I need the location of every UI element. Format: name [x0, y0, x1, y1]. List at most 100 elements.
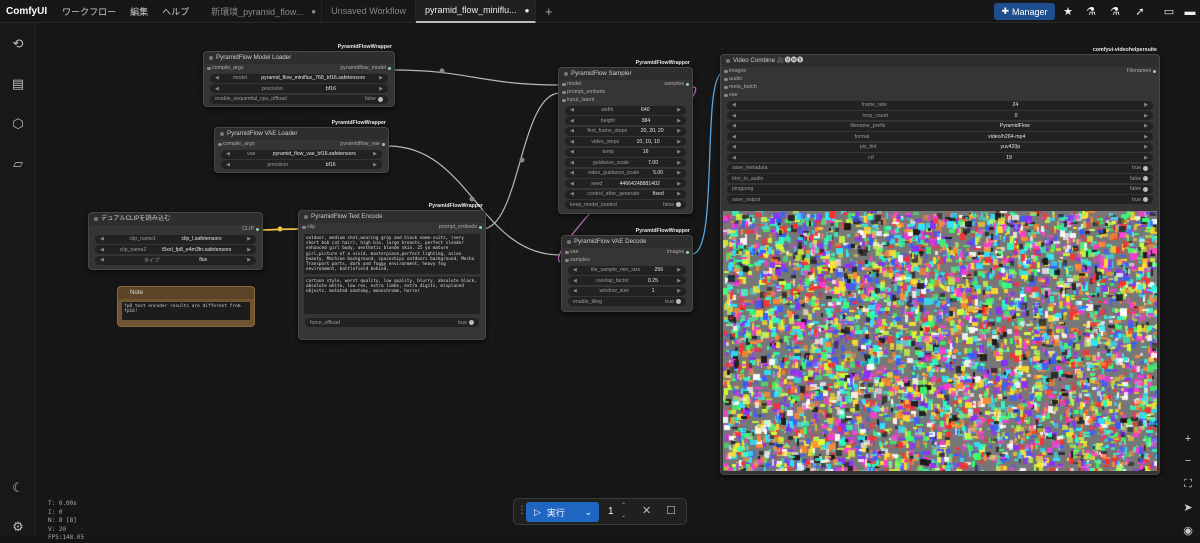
widget-save-metadata[interactable]: save_metadata true	[727, 163, 1153, 173]
select-mode-icon[interactable]: ➤	[1180, 499, 1196, 515]
manager-button[interactable]: ✚ Manager	[994, 3, 1055, 20]
tab-workflow-2[interactable]: Unsaved Workflow	[322, 0, 417, 23]
node-title[interactable]: PyramidFlow Text Encode	[299, 211, 485, 223]
redo-arrow-icon[interactable]: ➚	[1131, 3, 1149, 20]
history-icon[interactable]: ⟲	[9, 35, 27, 53]
node-title[interactable]: PyramidFlow Model Loader	[204, 52, 394, 64]
tab-workflow-3[interactable]: pyramid_flow_miniflu... ●	[416, 0, 537, 23]
node-title[interactable]: Video Combine 🎥🅥🅗🅢	[721, 55, 1159, 67]
note-textarea[interactable]: fp8 text encoder results are different f…	[122, 302, 250, 320]
output-slot[interactable]: CLIP	[242, 226, 259, 232]
node-sampler[interactable]: PyramidFlowWrapper PyramidFlow Sampler m…	[558, 60, 693, 214]
output-slot[interactable]: Filenames	[1127, 68, 1157, 74]
fit-view-icon[interactable]: ⛶	[1180, 476, 1196, 492]
widget-loop-count[interactable]: ◀ loop_count 0 ▶	[727, 111, 1153, 120]
run-button[interactable]: ▷ 実行 ⌄	[526, 502, 599, 522]
tab-workflow-1[interactable]: 新環境_pyramid_flow... ●	[202, 0, 323, 23]
node-text-encode[interactable]: PyramidFlowWrapper PyramidFlow Text Enco…	[298, 203, 486, 340]
widget-precision[interactable]: ◀ precision bf16 ▶	[221, 160, 382, 169]
queue-icon[interactable]: ⚗	[1106, 3, 1124, 20]
app-brand[interactable]: ComfyUI	[0, 6, 55, 17]
stop-square-icon[interactable]: ☐	[666, 504, 676, 517]
theme-moon-icon[interactable]: ☾	[9, 479, 27, 497]
batch-count-input[interactable]: 1	[608, 506, 614, 517]
input-slot[interactable]: images	[723, 68, 746, 74]
node-note[interactable]: Note fp8 text encoder results are differ…	[117, 286, 255, 327]
workflows-icon[interactable]: ▱	[9, 155, 27, 173]
widget-clip-name1[interactable]: ◀ clip_name1 clip_l.safetensors ▶	[95, 234, 256, 244]
widget-trim-to-audio[interactable]: trim_to_audio false	[727, 174, 1153, 183]
widget-guidance-scale[interactable]: ◀ guidance_scale 7.00 ▶	[565, 158, 686, 167]
menu-edit[interactable]: 編集	[123, 5, 155, 18]
share-icon[interactable]: ⚗	[1082, 3, 1100, 20]
close-icon[interactable]: ✕	[642, 504, 651, 517]
toggle-link-visibility-icon[interactable]: ◉	[1180, 522, 1196, 538]
node-dual-clip-loader[interactable]: デュアルCLIPを読み込む CLIP ◀ clip_name1 clip_l.saf…	[88, 212, 263, 270]
node-model-loader[interactable]: PyramidFlowWrapper PyramidFlow Model Loa…	[203, 44, 395, 107]
widget-filename-prefix[interactable]: ◀ filename_prefix PyramidFlow ▶	[727, 121, 1153, 131]
widget-control-after-generate[interactable]: ◀ control_after_generate fixed ▶	[565, 189, 686, 199]
node-title[interactable]: PyramidFlow VAE Decode	[562, 236, 692, 248]
menu-workflow[interactable]: ワークフロー	[55, 5, 123, 18]
widget-clip-name2[interactable]: ◀ clip_name2 t5xxl_fp8_e4m3fn.safetensors ▶	[95, 245, 256, 254]
menu-help[interactable]: ヘルプ	[155, 5, 196, 18]
widget-video-guidance-scale[interactable]: ◀ video_guidance_scale 5.00 ▶	[565, 168, 686, 178]
widget-width[interactable]: ◀ width 640 ▶	[565, 105, 686, 115]
widget-type[interactable]: ◀ タイプ flux ▶	[95, 255, 256, 265]
input-slot[interactable]: audio	[724, 76, 742, 82]
widget-temp[interactable]: ◀ temp 16 ▶	[565, 147, 686, 157]
settings-gear-icon[interactable]: ⚙	[9, 518, 27, 536]
widget-pingpong[interactable]: pingpong false	[727, 184, 1153, 194]
widget-video-steps[interactable]: ◀ video_steps 10, 10, 10 ▶	[565, 137, 686, 146]
widget-crf[interactable]: ◀ crf 19 ▶	[727, 153, 1153, 162]
panel-toggle-icon[interactable]: ▭	[1160, 3, 1178, 20]
input-slot[interactable]: prompt_embeds	[561, 89, 605, 95]
widget-force-offload[interactable]: force_offload true	[305, 318, 479, 327]
node-vae-decode[interactable]: PyramidFlowWrapper PyramidFlow VAE Decod…	[561, 228, 693, 312]
input-slot[interactable]: compile_args	[207, 65, 244, 71]
model-library-icon[interactable]: ⬡	[9, 115, 27, 133]
widget-pix-fmt[interactable]: ◀ pix_fmt yuv420p ▶	[727, 142, 1153, 152]
zoom-out-icon[interactable]: −	[1180, 453, 1196, 469]
widget-tile-sample-min-size[interactable]: ◀ tile_sample_min_size 256 ▶	[568, 265, 686, 275]
widget-window-size[interactable]: ◀ window_size 1 ▶	[568, 286, 686, 296]
widget-vae[interactable]: ◀ vae pyramid_flow_vae_bf16.safetensors ▶	[221, 149, 382, 159]
input-slot[interactable]: compile_args	[218, 141, 255, 147]
node-library-icon[interactable]: ▤	[9, 75, 27, 93]
widget-precision[interactable]: ◀ precision bf16 ▶	[210, 84, 388, 93]
input-slot[interactable]: vae	[565, 249, 579, 255]
widget-keep-model-loaded[interactable]: keep_model_loaded false	[565, 200, 686, 209]
output-slot[interactable]: pyramidflow_model	[340, 65, 391, 71]
bottom-panel-icon[interactable]: ▬	[1181, 3, 1199, 20]
chevron-down-icon[interactable]: ⌄	[584, 507, 592, 518]
widget-first-frame-steps[interactable]: ◀ first_frame_steps 20, 20, 20 ▶	[565, 126, 686, 136]
node-title[interactable]: PyramidFlow VAE Loader	[215, 128, 388, 140]
node-title[interactable]: デュアルCLIPを読み込む	[89, 213, 262, 225]
input-slot[interactable]: input_latent	[561, 97, 594, 103]
widget-seed[interactable]: ◀ seed 44664248881402 ▶	[565, 179, 686, 188]
star-icon[interactable]: ★	[1059, 3, 1077, 20]
widget-save-output[interactable]: save_output true	[727, 195, 1153, 204]
node-title[interactable]: Note	[118, 287, 254, 299]
video-preview[interactable]	[723, 211, 1157, 471]
negative-prompt-textarea[interactable]: cartoon style, worst quality, low qualit…	[304, 277, 480, 314]
widget-cpu-offload[interactable]: enable_sequential_cpu_offload false	[210, 94, 388, 104]
zoom-in-icon[interactable]: +	[1180, 431, 1196, 447]
positive-prompt-textarea[interactable]: outdoor, medium shot,wearing gray and bl…	[304, 234, 480, 274]
new-tab-plus-icon[interactable]: +	[536, 4, 562, 19]
input-slot[interactable]: vae	[724, 92, 738, 98]
widget-model[interactable]: ◀ model pyramid_flow_miniflux_768_bf16.saf…	[210, 73, 388, 83]
node-title[interactable]: PyramidFlow Sampler	[559, 68, 692, 80]
output-slot[interactable]: samples	[664, 81, 689, 87]
widget-overlap-factor[interactable]: ◀ overlap_factor 0.25 ▶	[568, 276, 686, 285]
output-slot[interactable]: images	[667, 249, 690, 255]
output-slot[interactable]: prompt_embeds	[439, 224, 483, 230]
widget-format[interactable]: ◀ format video/h264-mp4 ▶	[727, 132, 1153, 141]
stepper-arrows-icon[interactable]: ⌃ ⌄	[621, 501, 626, 521]
node-vae-loader[interactable]: PyramidFlowWrapper PyramidFlow VAE Loade…	[214, 120, 389, 173]
input-slot[interactable]: model	[561, 81, 581, 87]
output-slot[interactable]: pyramidflow_vae	[340, 141, 385, 147]
input-slot[interactable]: samples	[565, 257, 590, 263]
input-slot[interactable]: clip	[302, 224, 315, 230]
widget-height[interactable]: ◀ height 384 ▶	[565, 116, 686, 125]
